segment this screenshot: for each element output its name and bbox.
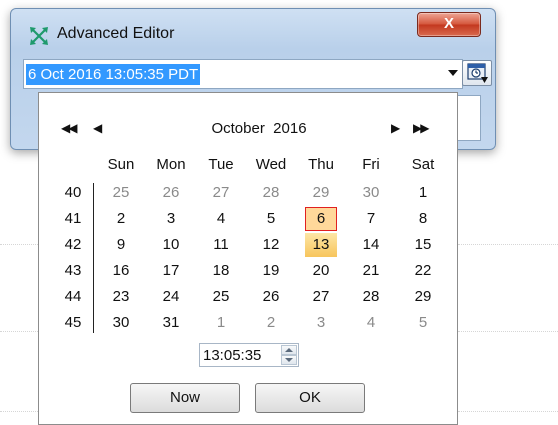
date-picker-button[interactable] — [462, 60, 492, 86]
prev-month-button[interactable]: ◀ — [93, 121, 102, 135]
background-divider — [0, 331, 38, 332]
week-number: 41 — [64, 210, 82, 227]
calendar-day[interactable]: 4 — [198, 207, 244, 231]
background-divider — [458, 411, 558, 412]
calendar-day[interactable]: 3 — [298, 311, 344, 335]
calendar-day[interactable]: 10 — [148, 233, 194, 257]
cross-arrows-icon — [28, 25, 50, 47]
week-number: 45 — [64, 314, 82, 331]
month-year-label: October 2016 — [211, 120, 307, 137]
calendar-day[interactable]: 5 — [248, 207, 294, 231]
now-button[interactable]: Now — [130, 383, 240, 413]
calendar-day[interactable]: 14 — [348, 233, 394, 257]
calendar-day[interactable]: 18 — [198, 259, 244, 283]
week-number: 43 — [64, 262, 82, 279]
calendar-day[interactable]: 28 — [348, 285, 394, 309]
calendar-day[interactable]: 8 — [400, 207, 446, 231]
calendar-day[interactable]: 26 — [248, 285, 294, 309]
chevron-down-icon — [285, 358, 293, 362]
calendar-day[interactable]: 3 — [148, 207, 194, 231]
week-number: 40 — [64, 184, 82, 201]
background-divider — [0, 411, 38, 412]
calendar-day[interactable]: 22 — [400, 259, 446, 283]
calendar-day[interactable]: 25 — [198, 285, 244, 309]
spin-up-button[interactable] — [281, 345, 297, 355]
weekday-header: Wed — [255, 156, 287, 173]
calendar-day[interactable]: 31 — [148, 311, 194, 335]
close-button[interactable]: X — [417, 12, 481, 37]
time-spinner[interactable]: 13:05:35 — [199, 343, 299, 367]
calendar-day[interactable]: 1 — [198, 311, 244, 335]
calendar-day[interactable]: 27 — [298, 285, 344, 309]
calendar-day[interactable]: 6 — [305, 207, 337, 231]
next-year-button[interactable]: ▶▶ — [413, 121, 430, 135]
calendar-day[interactable]: 21 — [348, 259, 394, 283]
chevron-down-icon[interactable] — [448, 70, 458, 76]
calendar-day[interactable]: 17 — [148, 259, 194, 283]
calendar-day[interactable]: 24 — [148, 285, 194, 309]
calendar-day[interactable]: 2 — [248, 311, 294, 335]
chevron-up-icon — [285, 348, 293, 352]
calendar-day[interactable]: 9 — [98, 233, 144, 257]
weekday-header: Thu — [308, 156, 334, 173]
prev-year-button[interactable]: ◀◀ — [61, 121, 78, 135]
calendar-day[interactable]: 29 — [298, 181, 344, 205]
calendar-day[interactable]: 5 — [400, 311, 446, 335]
calendar-popup: ◀◀ ◀ October 2016 ▶ ▶▶ Sun Mon Tue Wed Thu Fr… — [38, 92, 458, 425]
calendar-day[interactable]: 13 — [305, 233, 337, 257]
calendar-day[interactable]: 27 — [198, 181, 244, 205]
weekday-header: Sun — [107, 156, 135, 173]
calendar-day[interactable]: 19 — [248, 259, 294, 283]
background-divider — [458, 244, 558, 245]
date-input[interactable]: 6 Oct 2016 13:05:35 PDT — [23, 59, 463, 89]
calendar-day[interactable]: 16 — [98, 259, 144, 283]
calendar-day[interactable]: 25 — [98, 181, 144, 205]
background-divider — [458, 331, 558, 332]
calendar-day[interactable]: 4 — [348, 311, 394, 335]
calendar-day[interactable]: 23 — [98, 285, 144, 309]
weekday-header: Tue — [208, 156, 234, 173]
calendar-day[interactable]: 30 — [98, 311, 144, 335]
calendar-day[interactable]: 2 — [98, 207, 144, 231]
next-month-button[interactable]: ▶ — [391, 121, 400, 135]
calendar-day[interactable]: 11 — [198, 233, 244, 257]
calendar-day[interactable]: 7 — [348, 207, 394, 231]
week-number-divider — [93, 183, 94, 333]
calendar-day[interactable]: 1 — [400, 181, 446, 205]
week-number: 42 — [64, 236, 82, 253]
weekday-header: Sat — [411, 156, 435, 173]
window-title: Advanced Editor — [57, 25, 175, 42]
calendar-day[interactable]: 26 — [148, 181, 194, 205]
calendar-day[interactable]: 30 — [348, 181, 394, 205]
background-divider — [0, 244, 38, 245]
screen: Advanced Editor X 6 Oct 2016 13:05:35 PD… — [0, 0, 558, 425]
calendar-day[interactable]: 29 — [400, 285, 446, 309]
weekday-header: Mon — [156, 156, 186, 173]
weekday-header: Fri — [362, 156, 380, 173]
clock-calendar-icon — [463, 63, 491, 89]
calendar-day[interactable]: 15 — [400, 233, 446, 257]
week-number: 44 — [64, 288, 82, 305]
ok-button[interactable]: OK — [255, 383, 365, 413]
time-value[interactable]: 13:05:35 — [203, 346, 261, 365]
calendar-day[interactable]: 12 — [248, 233, 294, 257]
date-value-text[interactable]: 6 Oct 2016 13:05:35 PDT — [26, 64, 201, 85]
calendar-day[interactable]: 20 — [298, 259, 344, 283]
spin-down-button[interactable] — [281, 355, 297, 365]
calendar-day[interactable]: 28 — [248, 181, 294, 205]
